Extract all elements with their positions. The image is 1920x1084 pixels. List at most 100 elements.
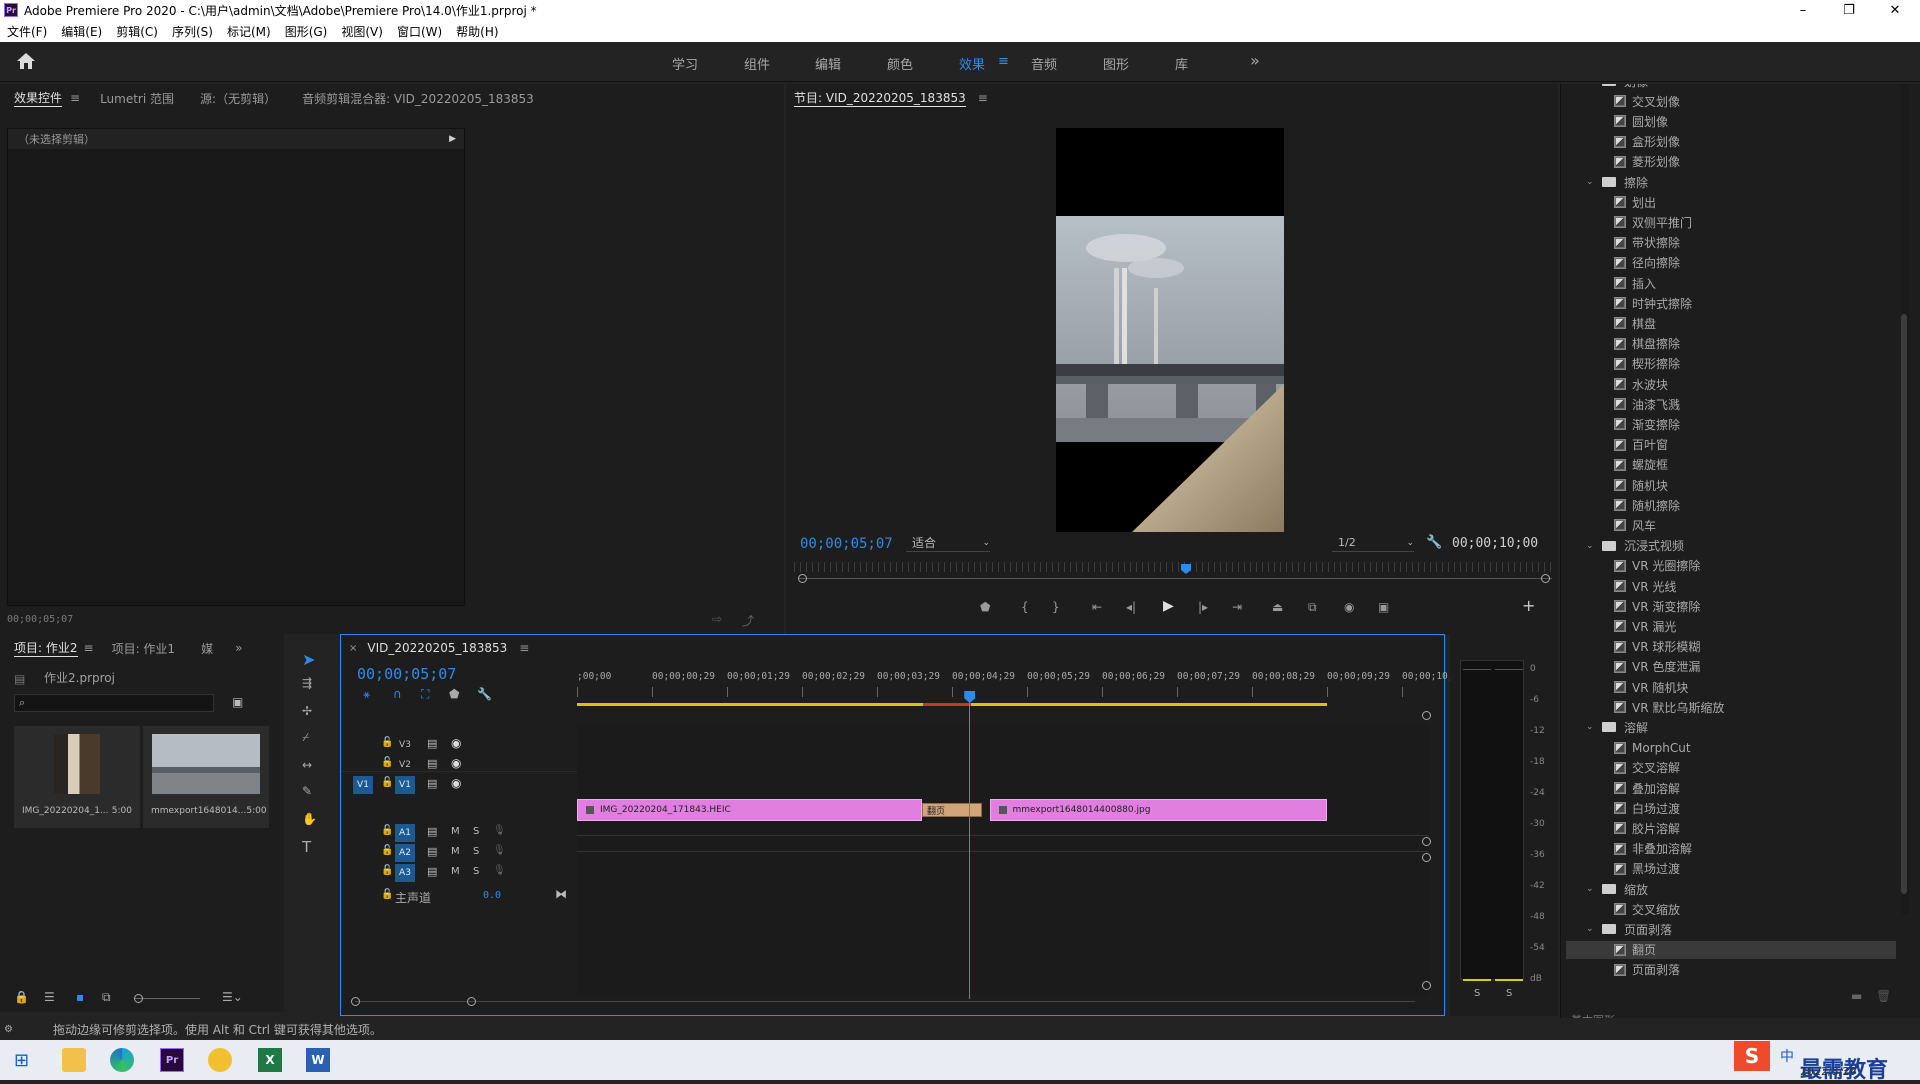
ripple-edit-tool-icon[interactable]: ✢ [302,704,312,718]
program-video-frame[interactable] [1056,128,1284,532]
step-back-icon[interactable]: ◂| [1126,600,1136,614]
sogou-input-icon[interactable]: S [1734,1041,1770,1071]
effects-scrollbar[interactable] [1901,84,1909,914]
effect-item[interactable]: 胶片溶解 [1614,819,1680,837]
razor-tool-icon[interactable]: ⌿ [302,730,309,745]
track-area[interactable] [577,725,1429,995]
effect-item[interactable]: 棋盘 [1614,314,1656,332]
fit-dropdown[interactable]: 适合 ⌄ [906,534,990,552]
microphone-icon[interactable]: 🎙 [493,825,506,836]
effect-item[interactable]: 交叉缩放 [1614,900,1680,918]
track-label[interactable]: V3 [395,736,415,754]
resolution-dropdown[interactable]: 1/2 ⌄ [1332,534,1414,552]
effects-folder[interactable]: ⌄ 沉浸式视频 [1586,537,1684,555]
source-patch-v1[interactable]: V1 [353,776,373,794]
effect-item[interactable]: 页面剥落 [1614,961,1680,979]
track-label[interactable]: A3 [395,864,415,882]
extract-icon[interactable]: ⧉ [1308,600,1317,615]
h-scrollbar[interactable] [355,1001,1415,1002]
wrench-icon[interactable]: 🔧 [1426,535,1442,550]
panel-menu-icon[interactable]: ≡ [70,91,80,105]
timeline-timecode[interactable]: 00;00;05;07 [357,665,456,683]
effect-item[interactable]: 黑场过渡 [1614,860,1680,878]
lock-icon[interactable]: 🔓 [381,777,393,788]
audio-track-header[interactable]: 🔓 A1 ▤ M S 🎙 [341,823,577,843]
zoom-slider-handle[interactable] [134,994,143,1003]
play-icon[interactable]: ▶ [1163,598,1174,614]
lock-icon[interactable]: 🔓 [381,757,393,768]
menu-help[interactable]: 帮助(H) [449,23,505,40]
effect-item[interactable]: 随机擦除 [1614,496,1680,514]
video-track-header[interactable]: 🔓 V2 ▤ ◉ [341,755,577,775]
effect-item[interactable]: VR 渐变擦除 [1614,597,1700,615]
h-scroll-handle-left[interactable] [351,997,360,1006]
sequence-tab[interactable]: VID_20220205_183853 [367,641,507,655]
effects-folder[interactable]: ⌄ 缩放 [1586,880,1648,898]
v-scroll-handle-bottom[interactable] [1422,981,1431,990]
effect-item[interactable]: 叠加溶解 [1614,779,1680,797]
nest-toggle-icon[interactable]: ⚹ [363,687,370,702]
project-item[interactable]: mmexport1648014... 5:00 [143,726,269,828]
microphone-icon[interactable]: 🎙 [493,845,506,856]
workspace-learn[interactable]: 学习 [672,54,698,73]
step-forward-icon[interactable]: |▸ [1198,600,1208,614]
menu-edit[interactable]: 编辑(E) [54,23,109,40]
go-to-out-icon[interactable]: ⇥ [1232,600,1242,614]
effect-item[interactable]: 带状擦除 [1614,234,1680,252]
freeform-view-icon[interactable]: ⧉ [102,990,111,1005]
menu-view[interactable]: 视图(V) [334,23,390,40]
program-monitor-title[interactable]: 节目: VID_20220205_183853 [794,89,966,107]
sort-icon[interactable]: ☰⌄ [222,990,243,1004]
pen-tool-icon[interactable]: ✎ [302,784,312,798]
menu-window[interactable]: 窗口(W) [390,23,449,40]
v-scroll-handle-mid[interactable] [1422,837,1431,846]
zoom-handle-left[interactable] [798,574,807,583]
video-track-header[interactable]: 🔓 V3 ▤ ◉ [341,735,577,755]
tab-source[interactable]: 源:（无剪辑） [200,90,276,107]
lock-icon[interactable]: 🔓 [381,845,393,856]
sync-lock-icon[interactable]: ▤ [427,737,437,750]
eye-icon[interactable]: ◉ [451,776,461,790]
go-to-in-icon[interactable]: ⇤ [1092,600,1102,614]
maximize-button[interactable]: ❐ [1826,0,1872,20]
track-label[interactable]: V1 [395,776,415,794]
eye-icon[interactable]: ◉ [451,756,461,770]
sync-lock-icon[interactable]: ▤ [427,845,437,858]
timeline-clip[interactable]: IMG_20220204_171843.HEIC [577,799,922,821]
word-icon[interactable]: W [306,1048,330,1072]
close-button[interactable]: ✕ [1872,0,1918,20]
tab-project-1[interactable]: 项目: 作业1 [112,640,176,657]
sync-lock-icon[interactable]: ▤ [427,865,437,878]
mark-out-icon[interactable]: } [1052,600,1060,614]
effect-item[interactable]: 楔形擦除 [1614,355,1680,373]
transition-clip[interactable]: 翻页 [922,803,982,817]
expand-arrow-icon[interactable]: ▶ [449,134,456,144]
workspace-overflow-icon[interactable]: » [1250,51,1260,70]
playhead-line[interactable] [969,693,971,999]
audio-track-header[interactable]: 🔓 A2 ▤ M S 🎙 [341,843,577,863]
lock-icon[interactable]: 🔓 [381,889,393,900]
time-ruler[interactable]: ;00;00 00;00;00;29 00;00;01;29 00;00;02;29 0… [577,665,1453,705]
effect-item[interactable]: 菱形划像 [1614,153,1680,171]
video-track-header[interactable]: V1 🔓 V1 ▤ ◉ [341,775,577,795]
workspace-libraries[interactable]: 库 [1175,54,1188,73]
lock-icon[interactable]: 🔒 [14,990,29,1004]
solo-button[interactable]: S [473,866,479,877]
bowtie-icon[interactable]: ⧓ [555,887,567,901]
project-panel-menu-icon[interactable]: ≡ [84,641,94,655]
panel-overflow-icon[interactable]: » [235,641,242,655]
excel-icon[interactable]: X [258,1048,282,1072]
effect-item[interactable]: 棋盘擦除 [1614,335,1680,353]
program-mini-ruler[interactable] [794,562,1552,572]
track-label[interactable]: A1 [395,824,415,842]
slip-tool-icon[interactable]: ↔ [302,758,312,772]
timeline-settings-icon[interactable]: 🔧 [477,687,492,701]
mute-button[interactable]: M [451,826,460,837]
program-playhead-timecode[interactable]: 00;00;05;07 [800,536,893,552]
project-item[interactable]: IMG_20220204_1... 5:00 [14,726,140,828]
workspace-color[interactable]: 颜色 [887,54,913,73]
effect-item[interactable]: 盒形划像 [1614,133,1680,151]
effects-folder[interactable]: ⌄ 划像 [1586,84,1648,90]
menu-markers[interactable]: 标记(M) [220,23,278,40]
effect-item[interactable]: 风车 [1614,516,1656,534]
